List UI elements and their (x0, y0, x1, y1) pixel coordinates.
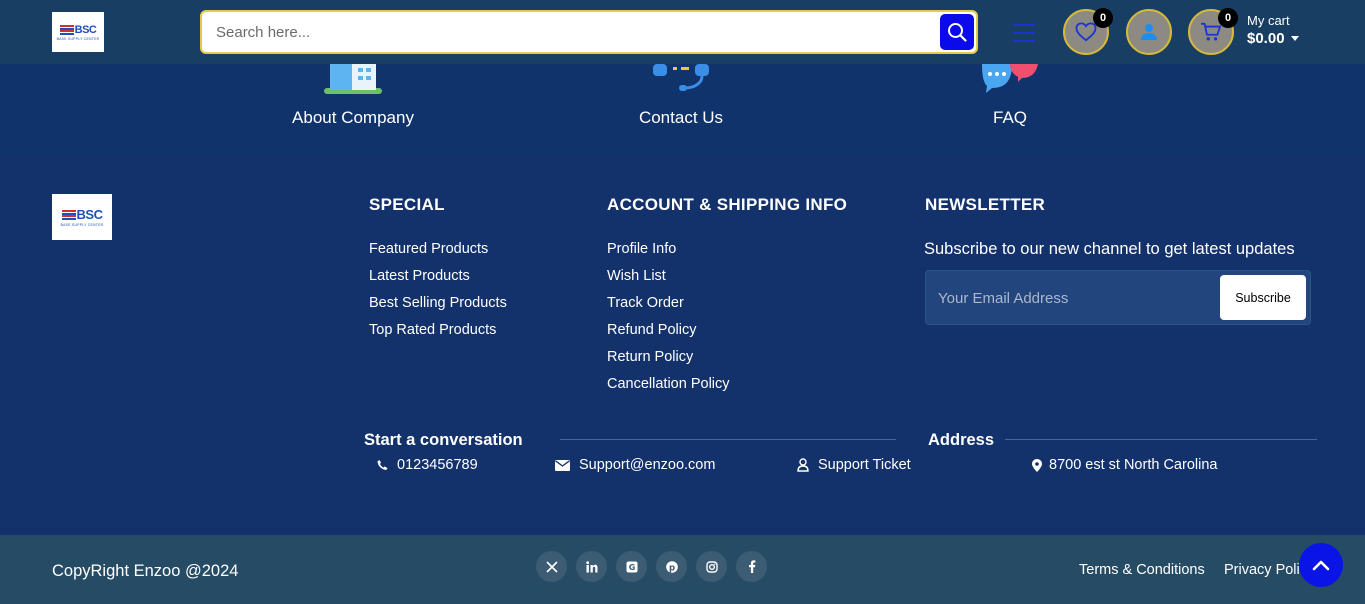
account-links: Profile Info Wish List Track Order Refun… (607, 239, 730, 401)
link-refund-policy[interactable]: Refund Policy (607, 320, 730, 347)
info-label-about: About Company (292, 108, 414, 127)
brand-logo[interactable]: BSC BASE SUPPLY CENTER (52, 12, 104, 52)
account-title: ACCOUNT & SHIPPING INFO (607, 195, 848, 214)
google-icon[interactable]: G (616, 551, 647, 582)
footer-logo-mark: BSC (61, 207, 103, 222)
chat-bubbles-icon (982, 64, 1038, 93)
chevron-up-icon (1312, 560, 1330, 571)
logo-flag-icon (61, 209, 76, 220)
facebook-icon[interactable] (736, 551, 767, 582)
link-top-rated-products[interactable]: Top Rated Products (369, 320, 507, 347)
info-strip: About Company Contact Us FAQ (0, 64, 1365, 154)
logo-mark: BSC (59, 23, 97, 36)
building-icon (324, 64, 382, 94)
copyright-text: CopyRight Enzoo @2024 (52, 562, 239, 580)
info-label-faq: FAQ (992, 108, 1028, 127)
contact-ticket-text: Support Ticket (818, 457, 911, 473)
cart-count-badge: 0 (1218, 8, 1238, 28)
cart-icon (1201, 22, 1221, 41)
wishlist-button[interactable]: 0 (1063, 8, 1113, 55)
link-featured-products[interactable]: Featured Products (369, 239, 507, 266)
link-wish-list[interactable]: Wish List (607, 266, 730, 293)
special-links: Featured Products Latest Products Best S… (369, 239, 507, 347)
address-title: Address (928, 431, 995, 449)
footer-logo-letters: BSC (76, 207, 103, 222)
search-icon (948, 23, 967, 42)
account-button[interactable] (1126, 9, 1172, 55)
link-cancellation-policy[interactable]: Cancellation Policy (607, 374, 730, 401)
logo-flag-icon (59, 24, 74, 35)
cart-summary[interactable]: My cart $0.00 (1247, 13, 1299, 47)
link-return-policy[interactable]: Return Policy (607, 347, 730, 374)
svg-text:G: G (628, 563, 635, 572)
scroll-to-top-button[interactable] (1299, 543, 1343, 587)
contact-phone-text: 0123456789 (397, 457, 478, 473)
pinterest-icon[interactable]: p (656, 551, 687, 582)
link-profile-info[interactable]: Profile Info (607, 239, 730, 266)
conversation-divider (560, 439, 896, 440)
contact-email[interactable]: Support@enzoo.com (555, 457, 715, 473)
instagram-icon[interactable] (696, 551, 727, 582)
chevron-down-icon (1290, 36, 1299, 41)
search-button[interactable] (940, 14, 974, 50)
user-outline-icon (797, 458, 809, 472)
social-links: G p (536, 551, 767, 582)
cart-total: $0.00 (1247, 30, 1299, 47)
footer: BSC BASE SUPPLY CENTER SPECIAL Featured … (0, 154, 1365, 535)
newsletter-text: Subscribe to our new channel to get late… (924, 240, 1295, 258)
link-track-order[interactable]: Track Order (607, 293, 730, 320)
map-pin-icon (1032, 458, 1042, 472)
footer-logo[interactable]: BSC BASE SUPPLY CENTER (52, 194, 112, 240)
conversation-title: Start a conversation (364, 431, 523, 449)
envelope-icon (555, 459, 570, 471)
hamburger-menu-icon[interactable] (1013, 24, 1035, 42)
logo-letters: BSC (74, 23, 97, 36)
linkedin-icon[interactable] (576, 551, 607, 582)
cart-label: My cart (1247, 13, 1290, 28)
contact-address-text: 8700 est st North Carolina (1049, 457, 1218, 473)
newsletter-email-input[interactable] (938, 287, 1208, 309)
contact-ticket[interactable]: Support Ticket (797, 457, 911, 473)
info-label-contact: Contact Us (638, 108, 724, 127)
search-input[interactable] (216, 20, 916, 44)
phone-icon (377, 459, 388, 471)
x-icon[interactable] (536, 551, 567, 582)
cart-button[interactable]: 0 (1188, 8, 1238, 55)
subscribe-button[interactable]: Subscribe (1220, 275, 1306, 320)
link-latest-products[interactable]: Latest Products (369, 266, 507, 293)
address-divider (1005, 439, 1317, 440)
user-icon (1141, 24, 1157, 40)
search-bar (200, 10, 978, 54)
link-best-selling-products[interactable]: Best Selling Products (369, 293, 507, 320)
newsletter-form: Subscribe (925, 270, 1311, 325)
contact-address: 8700 est st North Carolina (1032, 457, 1217, 473)
svg-text:p: p (668, 563, 674, 573)
heart-icon (1075, 22, 1097, 42)
terms-link[interactable]: Terms & Conditions (1079, 562, 1205, 578)
special-title: SPECIAL (369, 195, 445, 214)
logo-subtitle: BASE SUPPLY CENTER (56, 36, 100, 41)
contact-phone[interactable]: 0123456789 (377, 457, 478, 473)
contact-email-text: Support@enzoo.com (579, 457, 716, 473)
headset-icon (653, 64, 709, 91)
wishlist-count-badge: 0 (1093, 8, 1113, 28)
cart-total-value: $0.00 (1247, 30, 1285, 47)
bottom-bar: CopyRight Enzoo @2024 G p Terms & Condit… (0, 535, 1365, 604)
footer-logo-subtitle: BASE SUPPLY CENTER (60, 223, 104, 227)
header: BSC BASE SUPPLY CENTER 0 (0, 0, 1365, 64)
newsletter-title: NEWSLETTER (925, 195, 1046, 214)
